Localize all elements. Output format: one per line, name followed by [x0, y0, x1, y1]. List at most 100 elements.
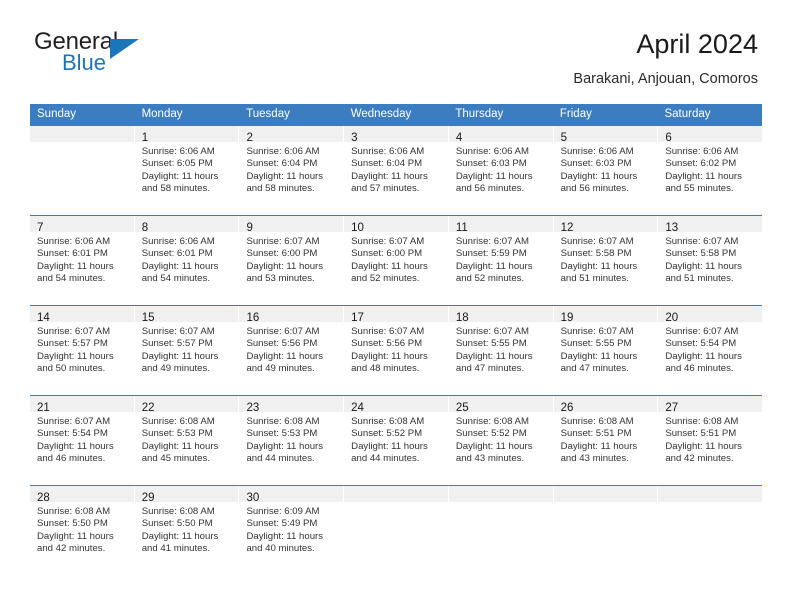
- calendar-day-cell[interactable]: 8 Sunrise: 6:06 AM Sunset: 6:01 PM Dayli…: [133, 216, 239, 305]
- calendar-day-cell[interactable]: 5 Sunrise: 6:06 AM Sunset: 6:03 PM Dayli…: [552, 126, 658, 215]
- daylight-text-line2: and 53 minutes.: [246, 273, 315, 285]
- daylight-text-line2: and 56 minutes.: [560, 183, 629, 195]
- sunset-text: Sunset: 5:54 PM: [665, 338, 737, 350]
- calendar-day-cell[interactable]: 27 Sunrise: 6:08 AM Sunset: 5:51 PM Dayl…: [657, 396, 763, 485]
- day-details: Sunrise: 6:06 AM Sunset: 6:01 PM Dayligh…: [135, 232, 239, 286]
- weekday-header-saturday: Saturday: [664, 108, 711, 120]
- daylight-text-line1: Daylight: 11 hours: [560, 170, 638, 182]
- day-number-band: 7: [30, 216, 134, 234]
- weekday-header-row: Sunday Monday Tuesday Wednesday Thursday…: [30, 104, 762, 125]
- sunset-text: Sunset: 5:56 PM: [246, 338, 318, 350]
- calendar-day-cell[interactable]: 10 Sunrise: 6:07 AM Sunset: 6:00 PM Dayl…: [343, 216, 448, 305]
- day-number-band: 18: [448, 306, 553, 324]
- day-number-band: 25: [448, 396, 553, 414]
- calendar-day-cell[interactable]: 9 Sunrise: 6:07 AM Sunset: 6:00 PM Dayli…: [238, 216, 344, 305]
- calendar-day-cell[interactable]: 12 Sunrise: 6:07 AM Sunset: 5:58 PM Dayl…: [552, 216, 658, 305]
- day-details: [30, 142, 134, 146]
- sunset-text: Sunset: 5:53 PM: [246, 428, 318, 440]
- daylight-text-line2: and 48 minutes.: [351, 363, 420, 375]
- calendar-week-row: 1 Sunrise: 6:06 AM Sunset: 6:05 PM Dayli…: [30, 125, 763, 215]
- day-number-band: 9: [239, 216, 344, 234]
- day-details: Sunrise: 6:06 AM Sunset: 6:05 PM Dayligh…: [135, 142, 239, 196]
- calendar-day-cell[interactable]: 29 Sunrise: 6:08 AM Sunset: 5:50 PM Dayl…: [133, 486, 239, 575]
- calendar-day-cell[interactable]: 1 Sunrise: 6:06 AM Sunset: 6:05 PM Dayli…: [133, 126, 239, 215]
- calendar-day-cell[interactable]: 16 Sunrise: 6:07 AM Sunset: 5:56 PM Dayl…: [238, 306, 344, 395]
- sunrise-text: Sunrise: 6:07 AM: [37, 416, 111, 427]
- day-number: 13: [665, 222, 679, 234]
- calendar-day-cell[interactable]: 28 Sunrise: 6:08 AM Sunset: 5:50 PM Dayl…: [30, 486, 134, 575]
- calendar-day-cell[interactable]: 7 Sunrise: 6:06 AM Sunset: 6:01 PM Dayli…: [30, 216, 134, 305]
- sunrise-text: Sunrise: 6:07 AM: [351, 326, 425, 337]
- day-details: Sunrise: 6:07 AM Sunset: 5:56 PM Dayligh…: [239, 322, 343, 376]
- calendar-day-cell[interactable]: 18 Sunrise: 6:07 AM Sunset: 5:55 PM Dayl…: [447, 306, 553, 395]
- calendar-day-cell[interactable]: 23 Sunrise: 6:08 AM Sunset: 5:53 PM Dayl…: [238, 396, 344, 485]
- sunrise-text: Sunrise: 6:07 AM: [455, 236, 529, 247]
- day-number-band: 21: [30, 396, 134, 414]
- calendar-day-cell[interactable]: 13 Sunrise: 6:07 AM Sunset: 5:58 PM Dayl…: [657, 216, 763, 305]
- day-number-band: [448, 486, 553, 502]
- day-number-band: 26: [553, 396, 658, 414]
- calendar-day-cell[interactable]: 26 Sunrise: 6:08 AM Sunset: 5:51 PM Dayl…: [552, 396, 658, 485]
- daylight-text-line1: Daylight: 11 hours: [455, 170, 533, 182]
- calendar-day-cell[interactable]: 11 Sunrise: 6:07 AM Sunset: 5:59 PM Dayl…: [447, 216, 553, 305]
- daylight-text-line1: Daylight: 11 hours: [560, 440, 638, 452]
- sunrise-text: Sunrise: 6:09 AM: [246, 506, 320, 517]
- calendar-day-cell[interactable]: 22 Sunrise: 6:08 AM Sunset: 5:53 PM Dayl…: [133, 396, 239, 485]
- day-number-band: 6: [658, 126, 763, 144]
- calendar-day-cell[interactable]: 24 Sunrise: 6:08 AM Sunset: 5:52 PM Dayl…: [343, 396, 448, 485]
- calendar-day-cell[interactable]: [30, 126, 134, 215]
- day-details: Sunrise: 6:08 AM Sunset: 5:51 PM Dayligh…: [554, 412, 658, 466]
- calendar-day-cell[interactable]: 20 Sunrise: 6:07 AM Sunset: 5:54 PM Dayl…: [657, 306, 763, 395]
- daylight-text-line1: Daylight: 11 hours: [665, 350, 742, 362]
- sunset-text: Sunset: 6:03 PM: [455, 158, 527, 170]
- calendar-day-cell[interactable]: 21 Sunrise: 6:07 AM Sunset: 5:54 PM Dayl…: [30, 396, 134, 485]
- daylight-text-line1: Daylight: 11 hours: [351, 440, 428, 452]
- calendar-day-cell[interactable]: 3 Sunrise: 6:06 AM Sunset: 6:04 PM Dayli…: [343, 126, 448, 215]
- sunrise-text: Sunrise: 6:06 AM: [665, 146, 739, 157]
- daylight-text-line1: Daylight: 11 hours: [351, 350, 428, 362]
- daylight-text-line2: and 49 minutes.: [141, 363, 210, 375]
- calendar-day-cell[interactable]: [552, 486, 658, 575]
- daylight-text-line2: and 42 minutes.: [37, 543, 106, 555]
- calendar-day-cell[interactable]: 2 Sunrise: 6:06 AM Sunset: 6:04 PM Dayli…: [238, 126, 344, 215]
- calendar-day-cell[interactable]: 6 Sunrise: 6:06 AM Sunset: 6:02 PM Dayli…: [657, 126, 763, 215]
- calendar-day-cell[interactable]: 17 Sunrise: 6:07 AM Sunset: 5:56 PM Dayl…: [343, 306, 448, 395]
- sunrise-text: Sunrise: 6:07 AM: [665, 326, 739, 337]
- day-number-band: [344, 486, 448, 502]
- sunrise-text: Sunrise: 6:07 AM: [246, 236, 320, 247]
- day-details: [554, 502, 658, 506]
- calendar-week-row: 21 Sunrise: 6:07 AM Sunset: 5:54 PM Dayl…: [30, 395, 763, 485]
- sunset-text: Sunset: 6:03 PM: [560, 158, 632, 170]
- weekday-header-wednesday: Wednesday: [350, 108, 412, 120]
- day-details: Sunrise: 6:07 AM Sunset: 5:56 PM Dayligh…: [344, 322, 448, 376]
- daylight-text-line2: and 43 minutes.: [455, 453, 525, 465]
- day-number: 17: [351, 312, 364, 324]
- calendar-grid: Sunday Monday Tuesday Wednesday Thursday…: [30, 104, 763, 575]
- day-number-band: [30, 126, 134, 142]
- sunset-text: Sunset: 6:01 PM: [141, 248, 213, 260]
- sunrise-text: Sunrise: 6:06 AM: [141, 146, 215, 157]
- sunset-text: Sunset: 5:57 PM: [141, 338, 213, 350]
- daylight-text-line2: and 51 minutes.: [560, 273, 629, 285]
- day-details: [449, 502, 553, 506]
- calendar-day-cell[interactable]: [343, 486, 448, 575]
- calendar-day-cell[interactable]: [657, 486, 763, 575]
- calendar-day-cell[interactable]: 4 Sunrise: 6:06 AM Sunset: 6:03 PM Dayli…: [447, 126, 553, 215]
- day-number-band: 29: [134, 486, 239, 504]
- calendar-day-cell[interactable]: 15 Sunrise: 6:07 AM Sunset: 5:57 PM Dayl…: [133, 306, 239, 395]
- daylight-text-line2: and 50 minutes.: [37, 363, 106, 375]
- day-number: 19: [560, 312, 574, 324]
- calendar-day-cell[interactable]: 30 Sunrise: 6:09 AM Sunset: 5:49 PM Dayl…: [238, 486, 344, 575]
- weekday-header-friday: Friday: [559, 108, 592, 120]
- day-number: 9: [246, 222, 253, 234]
- daylight-text-line2: and 49 minutes.: [246, 363, 315, 375]
- calendar-day-cell[interactable]: 19 Sunrise: 6:07 AM Sunset: 5:55 PM Dayl…: [552, 306, 658, 395]
- daylight-text-line2: and 54 minutes.: [37, 273, 106, 285]
- daylight-text-line2: and 51 minutes.: [665, 273, 734, 285]
- day-details: Sunrise: 6:08 AM Sunset: 5:52 PM Dayligh…: [449, 412, 553, 466]
- daylight-text-line1: Daylight: 11 hours: [37, 260, 114, 272]
- calendar-day-cell[interactable]: 14 Sunrise: 6:07 AM Sunset: 5:57 PM Dayl…: [30, 306, 134, 395]
- calendar-day-cell[interactable]: [447, 486, 553, 575]
- calendar-day-cell[interactable]: 25 Sunrise: 6:08 AM Sunset: 5:52 PM Dayl…: [447, 396, 553, 485]
- day-number: 21: [37, 402, 50, 414]
